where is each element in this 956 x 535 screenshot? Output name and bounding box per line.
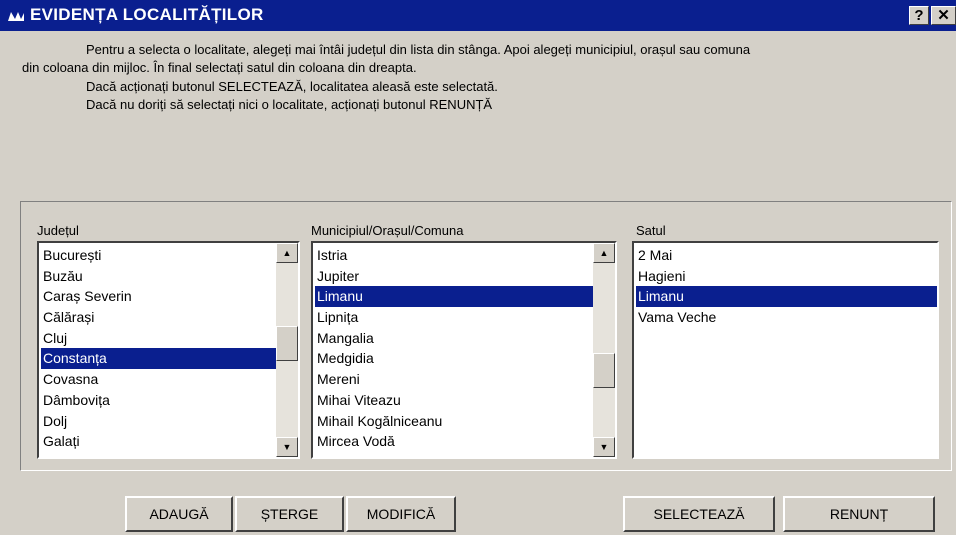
help-button[interactable]: ? — [909, 6, 929, 25]
scroll-thumb[interactable] — [276, 325, 298, 361]
municipiu-label: Municipiul/Orașul/Comuna — [311, 223, 464, 238]
list-item[interactable]: Limanu — [315, 286, 593, 308]
list-item[interactable]: Dâmbovița — [41, 390, 276, 411]
list-item[interactable]: Galați — [41, 431, 276, 452]
list-item[interactable]: Călărași — [41, 307, 276, 328]
sterge-button[interactable]: ȘTERGE — [235, 496, 344, 532]
list-item[interactable]: Mihai Viteazu — [315, 390, 593, 411]
list-item[interactable]: Medgidia — [315, 348, 593, 369]
modifica-button[interactable]: MODIFICĂ — [346, 496, 456, 532]
list-item[interactable]: Mihail Kogălniceanu — [315, 411, 593, 432]
list-item[interactable]: Lipnița — [315, 307, 593, 328]
list-item[interactable]: Hagieni — [636, 266, 937, 287]
list-item[interactable]: Dolj — [41, 411, 276, 432]
instruction-line: Dacă acționați butonul SELECTEAZĂ, local… — [86, 79, 498, 94]
list-item[interactable]: Cluj — [41, 328, 276, 349]
scroll-down-icon[interactable]: ▼ — [593, 437, 615, 457]
list-item[interactable]: Istria — [315, 245, 593, 266]
scroll-thumb[interactable] — [593, 353, 615, 389]
scroll-up-icon[interactable]: ▲ — [276, 243, 298, 263]
judet-label: Județul — [37, 223, 79, 238]
sat-listbox[interactable]: 2 Mai Hagieni Limanu Vama Veche — [632, 241, 939, 459]
list-item[interactable]: Mircea Vodă — [315, 431, 593, 452]
list-item[interactable]: București — [41, 245, 276, 266]
list-item[interactable]: Jupiter — [315, 266, 593, 287]
instruction-line: din coloana din mijloc. În final selecta… — [22, 60, 417, 75]
renunt-button[interactable]: RENUNȚ — [783, 496, 935, 532]
judet-items: București Buzău Caraș Severin Călărași Cluj C… — [41, 245, 276, 452]
judet-listbox[interactable]: București Buzău Caraș Severin Călărași Cluj C… — [37, 241, 300, 459]
window-icon — [8, 12, 24, 21]
title-bar: EVIDENȚA LOCALITĂȚILOR ? ✕ — [0, 0, 956, 31]
instruction-line: Pentru a selecta o localitate, alegeți m… — [86, 42, 751, 57]
municipiu-listbox[interactable]: Istria Jupiter Limanu Lipnița Mangalia Medgid… — [311, 241, 617, 459]
sat-label: Satul — [636, 223, 666, 238]
list-item[interactable]: Constanța — [41, 348, 276, 370]
scroll-down-icon[interactable]: ▼ — [276, 437, 298, 457]
list-item[interactable]: Caraș Severin — [41, 286, 276, 307]
list-item[interactable]: Limanu — [636, 286, 937, 308]
list-item[interactable]: Buzău — [41, 266, 276, 287]
municipiu-scrollbar[interactable]: ▲ ▼ — [593, 243, 615, 457]
list-item[interactable]: Covasna — [41, 369, 276, 390]
list-item[interactable]: Mereni — [315, 369, 593, 390]
judet-scrollbar[interactable]: ▲ ▼ — [276, 243, 298, 457]
list-item[interactable]: Vama Veche — [636, 307, 937, 328]
sat-items: 2 Mai Hagieni Limanu Vama Veche — [636, 245, 937, 328]
selecteaza-button[interactable]: SELECTEAZĂ — [623, 496, 775, 532]
municipiu-items: Istria Jupiter Limanu Lipnița Mangalia Medgid… — [315, 245, 593, 452]
instruction-line: Dacă nu doriți să selectați nici o local… — [86, 97, 493, 112]
list-item[interactable]: Mangalia — [315, 328, 593, 349]
scroll-up-icon[interactable]: ▲ — [593, 243, 615, 263]
dialog-window: EVIDENȚA LOCALITĂȚILOR ? ✕ Pentru a sele… — [0, 0, 956, 535]
close-button[interactable]: ✕ — [931, 6, 956, 25]
window-title: EVIDENȚA LOCALITĂȚILOR — [30, 5, 264, 24]
adauga-button[interactable]: ADAUGĂ — [125, 496, 233, 532]
list-item[interactable]: 2 Mai — [636, 245, 937, 266]
